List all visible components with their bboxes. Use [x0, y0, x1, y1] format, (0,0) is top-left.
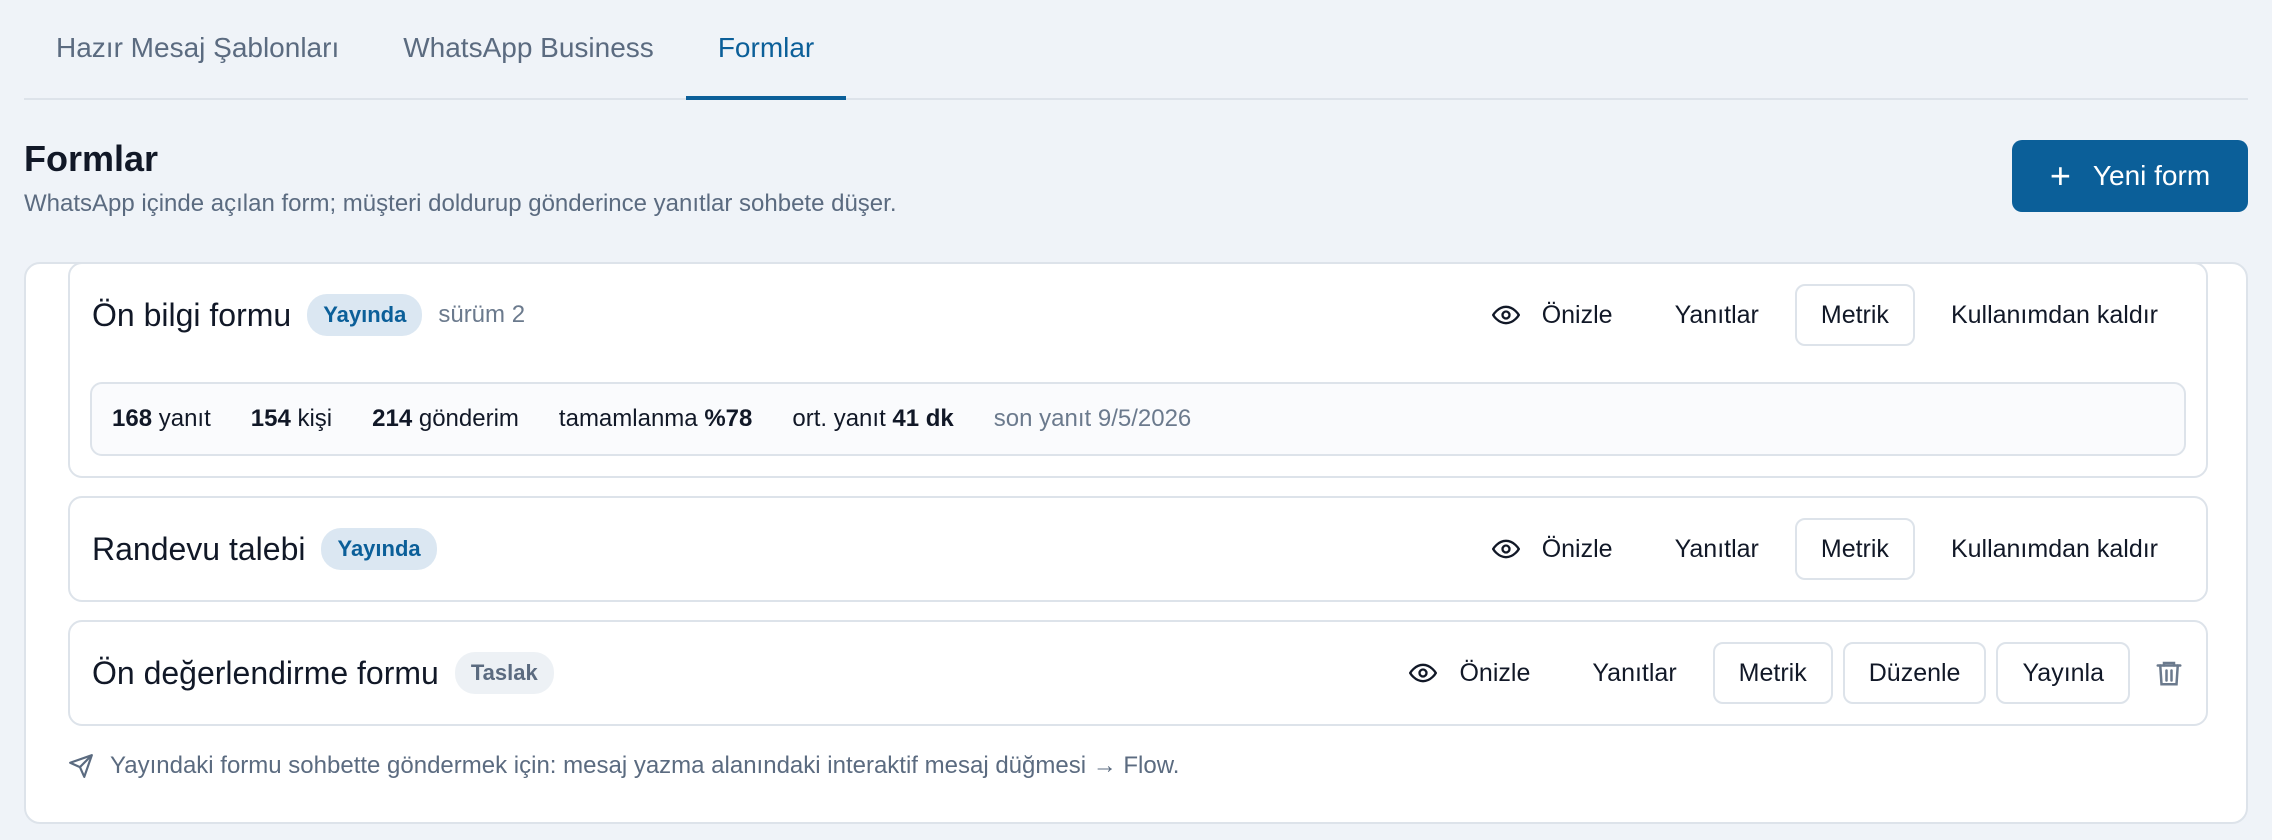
tab-quick-templates[interactable]: Hazır Mesaj Şablonları: [24, 0, 371, 98]
form-stats: 168 yanıt 154 kişi 214 gönderim tamamlan…: [90, 382, 2186, 456]
form-card-header: Ön değerlendirme formu Taslak Önizle Yan…: [70, 622, 2206, 724]
status-badge: Yayında: [307, 294, 423, 336]
metrics-button[interactable]: Metrik: [1794, 518, 1915, 580]
form-title: Randevu talebi: [92, 530, 306, 567]
form-actions: Önizle Yanıtlar Metrik Kullanımdan kaldı…: [1466, 518, 2184, 580]
publish-button[interactable]: Yayınla: [1996, 642, 2130, 704]
eye-icon: [1491, 539, 1520, 559]
form-title: Ön bilgi formu: [92, 296, 292, 333]
preview-button[interactable]: Önizle: [1466, 284, 1639, 346]
form-card-header: Ön bilgi formu Yayında sürüm 2 Önizle Ya…: [70, 264, 2206, 366]
form-card-on-bilgi: Ön bilgi formu Yayında sürüm 2 Önizle Ya…: [68, 262, 2208, 478]
page-title: Formlar: [24, 138, 159, 179]
stat-responses: 168 yanıt: [112, 405, 211, 432]
preview-label: Önizle: [1541, 534, 1613, 563]
eye-icon: [1491, 305, 1520, 325]
version-label: sürüm 2: [438, 301, 526, 328]
stat-last-response: son yanıt 9/5/2026: [993, 405, 1192, 432]
footnote: Yayındaki formu sohbette göndermek için:…: [68, 752, 1179, 780]
tab-forms[interactable]: Formlar: [685, 0, 847, 100]
retire-button[interactable]: Kullanımdan kaldır: [1925, 518, 2184, 580]
page-subtitle: WhatsApp içinde açılan form; müşteri dol…: [24, 190, 897, 217]
forms-panel: Ön bilgi formu Yayında sürüm 2 Önizle Ya…: [24, 262, 2248, 824]
form-card-header: Randevu talebi Yayında Önizle Yanıtlar M…: [70, 498, 2206, 600]
form-actions: Önizle Yanıtlar Metrik Düzenle Yayınla: [1383, 642, 2184, 704]
new-form-button[interactable]: + Yeni form: [2012, 140, 2248, 212]
responses-button[interactable]: Yanıtlar: [1649, 518, 1785, 580]
metrics-button[interactable]: Metrik: [1794, 284, 1915, 346]
send-icon: [69, 754, 93, 778]
responses-button[interactable]: Yanıtlar: [1649, 284, 1785, 346]
stat-people: 154 kişi: [250, 405, 333, 432]
edit-button[interactable]: Düzenle: [1842, 642, 1987, 704]
stat-avg-response: ort. yanıt 41 dk: [792, 405, 954, 432]
trash-icon[interactable]: [2154, 656, 2184, 690]
new-form-button-label: Yeni form: [2092, 160, 2211, 191]
preview-label: Önizle: [1459, 658, 1531, 687]
metrics-button[interactable]: Metrik: [1712, 642, 1833, 704]
status-badge: Yayında: [321, 528, 437, 570]
stat-completion: tamamlanma %78: [558, 405, 753, 432]
tab-bar: Hazır Mesaj Şablonları WhatsApp Business…: [24, 0, 2248, 100]
status-badge: Taslak: [454, 652, 554, 694]
footnote-text: Yayındaki formu sohbette göndermek için:…: [110, 752, 1180, 779]
responses-button[interactable]: Yanıtlar: [1566, 642, 1702, 704]
form-card-on-degerlendirme: Ön değerlendirme formu Taslak Önizle Yan…: [68, 620, 2208, 726]
tab-whatsapp-business[interactable]: WhatsApp Business: [371, 0, 686, 98]
eye-icon: [1409, 663, 1438, 683]
form-card-randevu: Randevu talebi Yayında Önizle Yanıtlar M…: [68, 496, 2208, 602]
preview-button[interactable]: Önizle: [1466, 518, 1639, 580]
retire-button[interactable]: Kullanımdan kaldır: [1925, 284, 2184, 346]
preview-button[interactable]: Önizle: [1383, 642, 1556, 704]
preview-label: Önizle: [1541, 300, 1613, 329]
plus-icon: +: [2049, 155, 2071, 196]
form-actions: Önizle Yanıtlar Metrik Kullanımdan kaldı…: [1466, 284, 2184, 346]
stat-sends: 214 gönderim: [372, 405, 519, 432]
form-title: Ön değerlendirme formu: [92, 654, 439, 691]
